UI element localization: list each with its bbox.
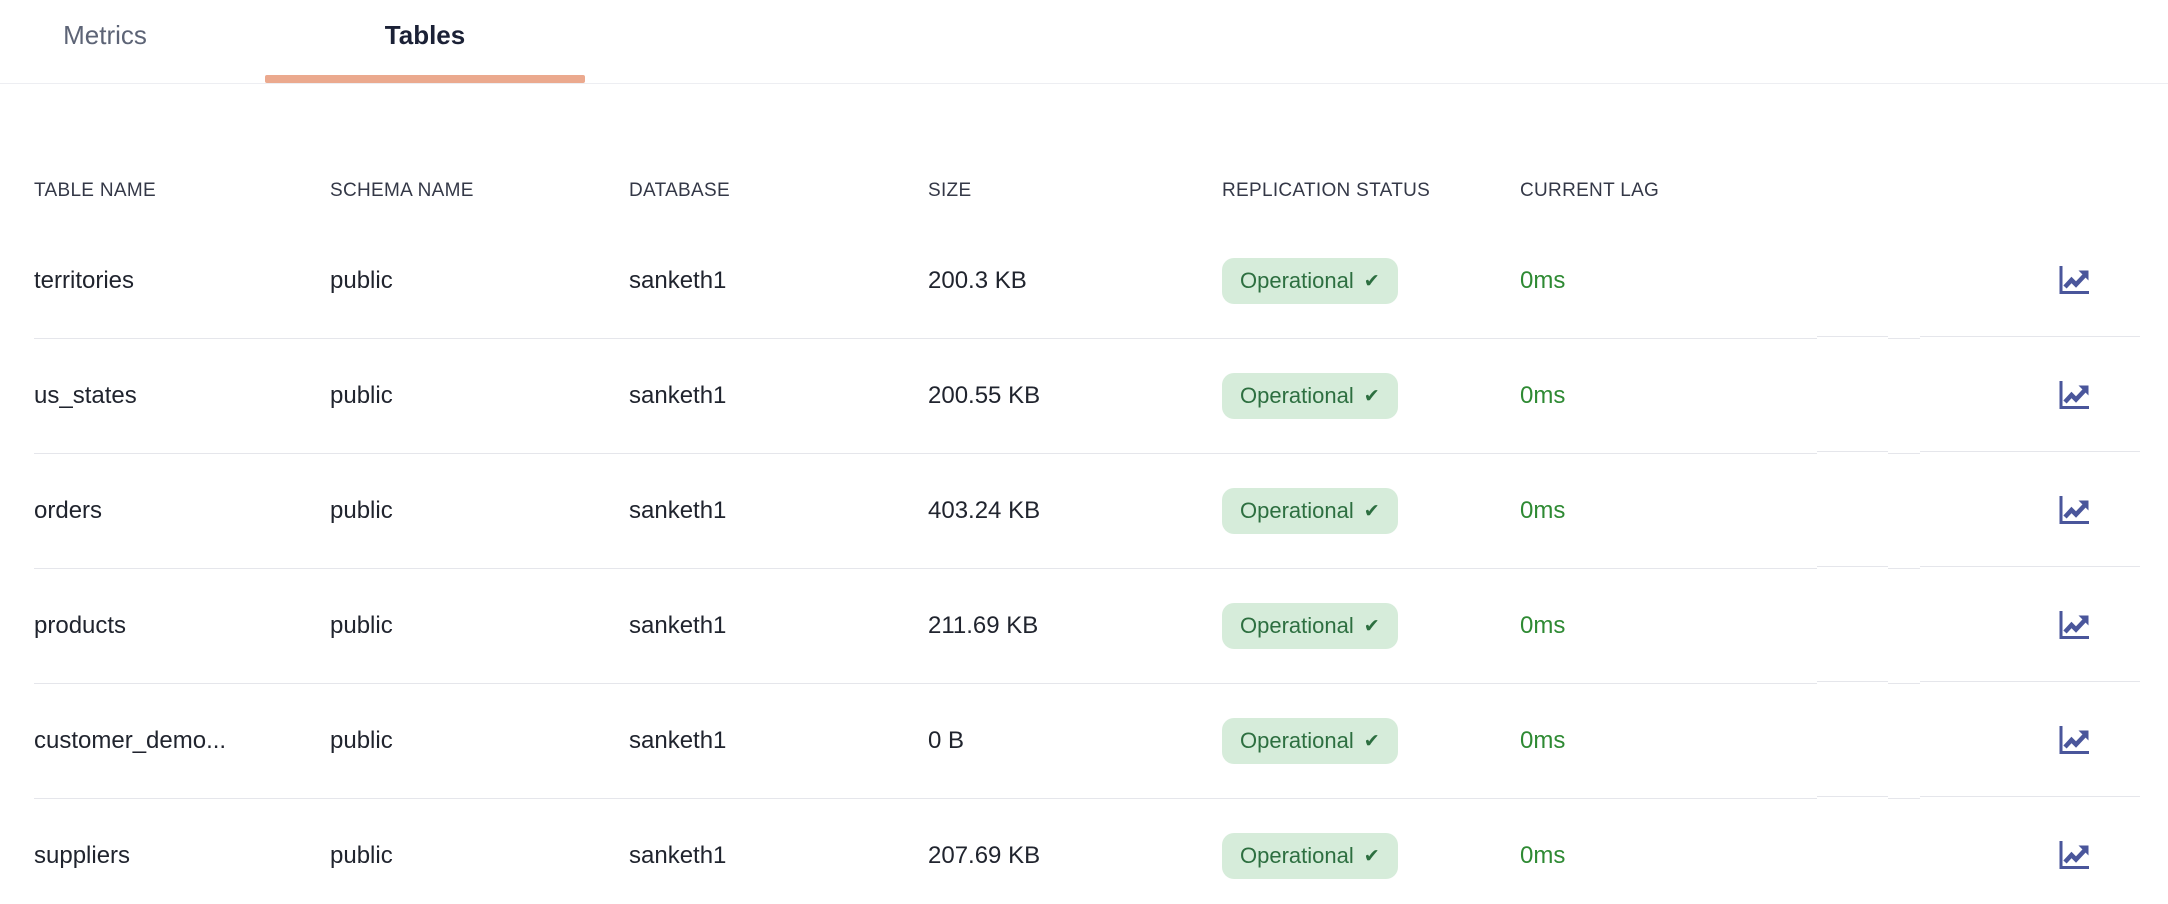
row-spacer	[1888, 339, 1920, 454]
row-spacer	[1888, 454, 1920, 569]
replication-status-label: Operational	[1240, 843, 1354, 869]
tab-tables-label: Tables	[385, 20, 465, 51]
cell-replication-status: Operational ✔	[1222, 454, 1520, 569]
cell-table-name: suppliers	[34, 799, 330, 904]
cell-size: 211.69 KB	[928, 569, 1222, 684]
table-body: territories public sanketh1 200.3 KB Ope…	[0, 224, 2168, 904]
check-icon: ✔	[1364, 272, 1380, 291]
check-icon: ✔	[1364, 732, 1380, 751]
cell-size: 0 B	[928, 684, 1222, 799]
cell-database: sanketh1	[629, 684, 928, 799]
cell-current-lag: 0ms	[1520, 799, 1817, 904]
replication-status-badge: Operational ✔	[1222, 258, 1398, 304]
active-tab-underline	[265, 75, 585, 83]
tab-metrics[interactable]: Metrics	[0, 0, 210, 83]
check-icon: ✔	[1364, 847, 1380, 866]
cell-database: sanketh1	[629, 799, 928, 904]
cell-size: 403.24 KB	[928, 454, 1222, 569]
column-header-table-name: TABLE NAME	[34, 180, 330, 202]
cell-table-name: orders	[34, 454, 330, 569]
cell-table-name: us_states	[34, 339, 330, 454]
tab-metrics-label: Metrics	[63, 20, 147, 51]
cell-database: sanketh1	[629, 339, 928, 454]
replication-status-label: Operational	[1240, 728, 1354, 754]
replication-status-label: Operational	[1240, 498, 1354, 524]
column-header-current-lag: CURRENT LAG	[1520, 180, 1817, 202]
cell-row-action	[1920, 339, 2140, 452]
replication-status-badge: Operational ✔	[1222, 833, 1398, 879]
cell-row-action	[1920, 224, 2140, 337]
cell-table-name: customer_demo...	[34, 684, 330, 799]
cell-replication-status: Operational ✔	[1222, 684, 1520, 799]
cell-size: 207.69 KB	[928, 799, 1222, 904]
cell-replication-status: Operational ✔	[1222, 799, 1520, 904]
cell-schema-name: public	[330, 224, 629, 339]
replication-status-label: Operational	[1240, 268, 1354, 294]
chart-line-up-icon[interactable]	[2054, 491, 2092, 529]
replication-status-label: Operational	[1240, 383, 1354, 409]
cell-current-lag: 0ms	[1520, 454, 1817, 569]
replication-status-label: Operational	[1240, 613, 1354, 639]
column-header-replication-status: REPLICATION STATUS	[1222, 180, 1520, 202]
cell-size: 200.55 KB	[928, 339, 1222, 454]
table-row: us_states public sanketh1 200.55 KB Oper…	[34, 339, 2140, 454]
table-row: customer_demo... public sanketh1 0 B Ope…	[34, 684, 2140, 799]
cell-database: sanketh1	[629, 224, 928, 339]
table-row: suppliers public sanketh1 207.69 KB Oper…	[34, 799, 2140, 904]
cell-size: 200.3 KB	[928, 224, 1222, 339]
column-header-size: SIZE	[928, 180, 1222, 202]
row-spacer	[1817, 799, 1888, 904]
cell-current-lag: 0ms	[1520, 339, 1817, 454]
cell-schema-name: public	[330, 799, 629, 904]
row-spacer	[1817, 569, 1888, 682]
row-spacer	[1888, 224, 1920, 339]
replication-status-badge: Operational ✔	[1222, 603, 1398, 649]
check-icon: ✔	[1364, 502, 1380, 521]
check-icon: ✔	[1364, 387, 1380, 406]
row-spacer	[1817, 684, 1888, 797]
chart-line-up-icon[interactable]	[2054, 261, 2092, 299]
cell-current-lag: 0ms	[1520, 224, 1817, 339]
cell-row-action	[1920, 454, 2140, 567]
cell-table-name: territories	[34, 224, 330, 339]
column-header-schema-name: SCHEMA NAME	[330, 180, 629, 202]
row-spacer	[1817, 224, 1888, 337]
chart-line-up-icon[interactable]	[2054, 606, 2092, 644]
chart-line-up-icon[interactable]	[2054, 721, 2092, 759]
cell-schema-name: public	[330, 339, 629, 454]
replication-status-badge: Operational ✔	[1222, 718, 1398, 764]
cell-schema-name: public	[330, 454, 629, 569]
cell-current-lag: 0ms	[1520, 684, 1817, 799]
check-icon: ✔	[1364, 617, 1380, 636]
row-spacer	[1817, 339, 1888, 452]
row-spacer	[1888, 684, 1920, 799]
column-header-database: DATABASE	[629, 180, 928, 202]
chart-line-up-icon[interactable]	[2054, 836, 2092, 874]
cell-replication-status: Operational ✔	[1222, 224, 1520, 339]
cell-row-action	[1920, 684, 2140, 797]
cell-replication-status: Operational ✔	[1222, 339, 1520, 454]
row-spacer	[1888, 569, 1920, 684]
cell-row-action	[1920, 799, 2140, 904]
table-row: territories public sanketh1 200.3 KB Ope…	[34, 224, 2140, 339]
row-spacer	[1817, 454, 1888, 567]
cell-table-name: products	[34, 569, 330, 684]
cell-schema-name: public	[330, 684, 629, 799]
cell-row-action	[1920, 569, 2140, 682]
replication-status-badge: Operational ✔	[1222, 488, 1398, 534]
cell-database: sanketh1	[629, 454, 928, 569]
cell-current-lag: 0ms	[1520, 569, 1817, 684]
replication-status-badge: Operational ✔	[1222, 373, 1398, 419]
table-row: orders public sanketh1 403.24 KB Operati…	[34, 454, 2140, 569]
cell-schema-name: public	[330, 569, 629, 684]
tab-bar: Metrics Tables	[0, 0, 2168, 84]
table-row: products public sanketh1 211.69 KB Opera…	[34, 569, 2140, 684]
table-header-row: TABLE NAME SCHEMA NAME DATABASE SIZE REP…	[34, 84, 2140, 224]
cell-database: sanketh1	[629, 569, 928, 684]
chart-line-up-icon[interactable]	[2054, 376, 2092, 414]
tab-tables[interactable]: Tables	[265, 0, 585, 83]
cell-replication-status: Operational ✔	[1222, 569, 1520, 684]
row-spacer	[1888, 799, 1920, 904]
